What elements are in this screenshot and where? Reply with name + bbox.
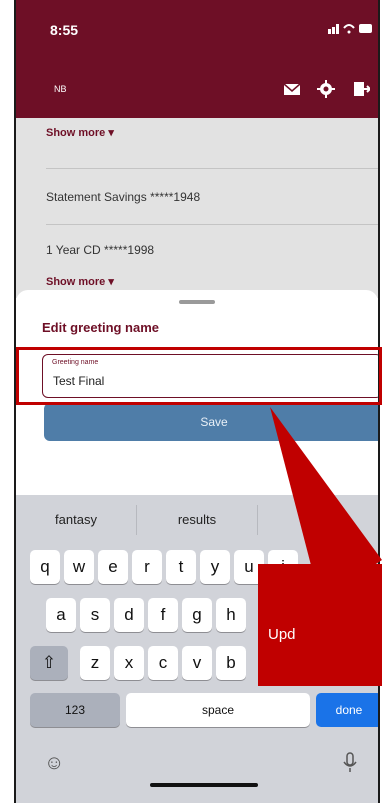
space-key[interactable]: space [126,693,310,727]
key-g[interactable]: g [182,598,212,632]
sheet-handle[interactable] [179,300,215,304]
save-button[interactable]: Save [44,403,378,441]
key-z[interactable]: z [80,646,110,680]
bank-logo: NB [54,84,67,94]
suggestion[interactable]: fantasy [16,505,136,535]
status-icons [328,22,372,37]
callout-text: Upd [268,626,296,643]
keyboard-bottom-row: ☺ [16,752,378,782]
key-s[interactable]: s [80,598,110,632]
suggestion[interactable] [257,505,378,535]
account-number: *****1948 [150,190,201,204]
divider [46,168,378,169]
key-v[interactable]: v [182,646,212,680]
suggestion-bar: fantasy results [16,505,378,535]
done-key[interactable]: done [316,693,378,727]
numbers-key[interactable]: 123 [30,693,120,727]
key-r[interactable]: r [132,550,162,584]
mail-icon[interactable] [282,80,302,98]
account-name: Statement Savings [46,190,147,204]
emoji-icon[interactable]: ☺ [44,752,64,775]
app-header: 8:55 NB [16,0,378,118]
key-b[interactable]: b [216,646,246,680]
key-d[interactable]: d [114,598,144,632]
callout-box: Upd [258,564,382,686]
key-c[interactable]: c [148,646,178,680]
key-x[interactable]: x [114,646,144,680]
account-row[interactable]: 1 Year CD *****1998 [46,243,154,257]
microphone-icon[interactable] [342,752,358,779]
accounts-list: Show more ▾ Statement Savings *****1948 … [16,118,378,298]
gear-icon[interactable] [316,80,336,98]
key-h[interactable]: h [216,598,246,632]
key-w[interactable]: w [64,550,94,584]
logout-icon[interactable] [350,80,372,98]
show-more-link[interactable]: Show more ▾ [46,275,114,288]
show-more-link[interactable]: Show more ▾ [46,126,114,139]
key-q[interactable]: q [30,550,60,584]
divider [46,224,378,225]
key-y[interactable]: y [200,550,230,584]
status-time: 8:55 [50,22,79,38]
battery-icon [328,24,372,34]
shift-key[interactable]: ⇧ [30,646,68,680]
account-name: 1 Year CD [46,243,101,257]
sheet-title: Edit greeting name [42,320,160,335]
home-indicator [150,783,258,787]
account-number: *****1998 [104,243,155,257]
key-a[interactable]: a [46,598,76,632]
key-t[interactable]: t [166,550,196,584]
suggestion[interactable]: results [136,505,257,535]
key-e[interactable]: e [98,550,128,584]
header-icons [282,80,372,98]
field-highlight-box [16,347,382,405]
key-f[interactable]: f [148,598,178,632]
account-row[interactable]: Statement Savings *****1948 [46,190,200,204]
